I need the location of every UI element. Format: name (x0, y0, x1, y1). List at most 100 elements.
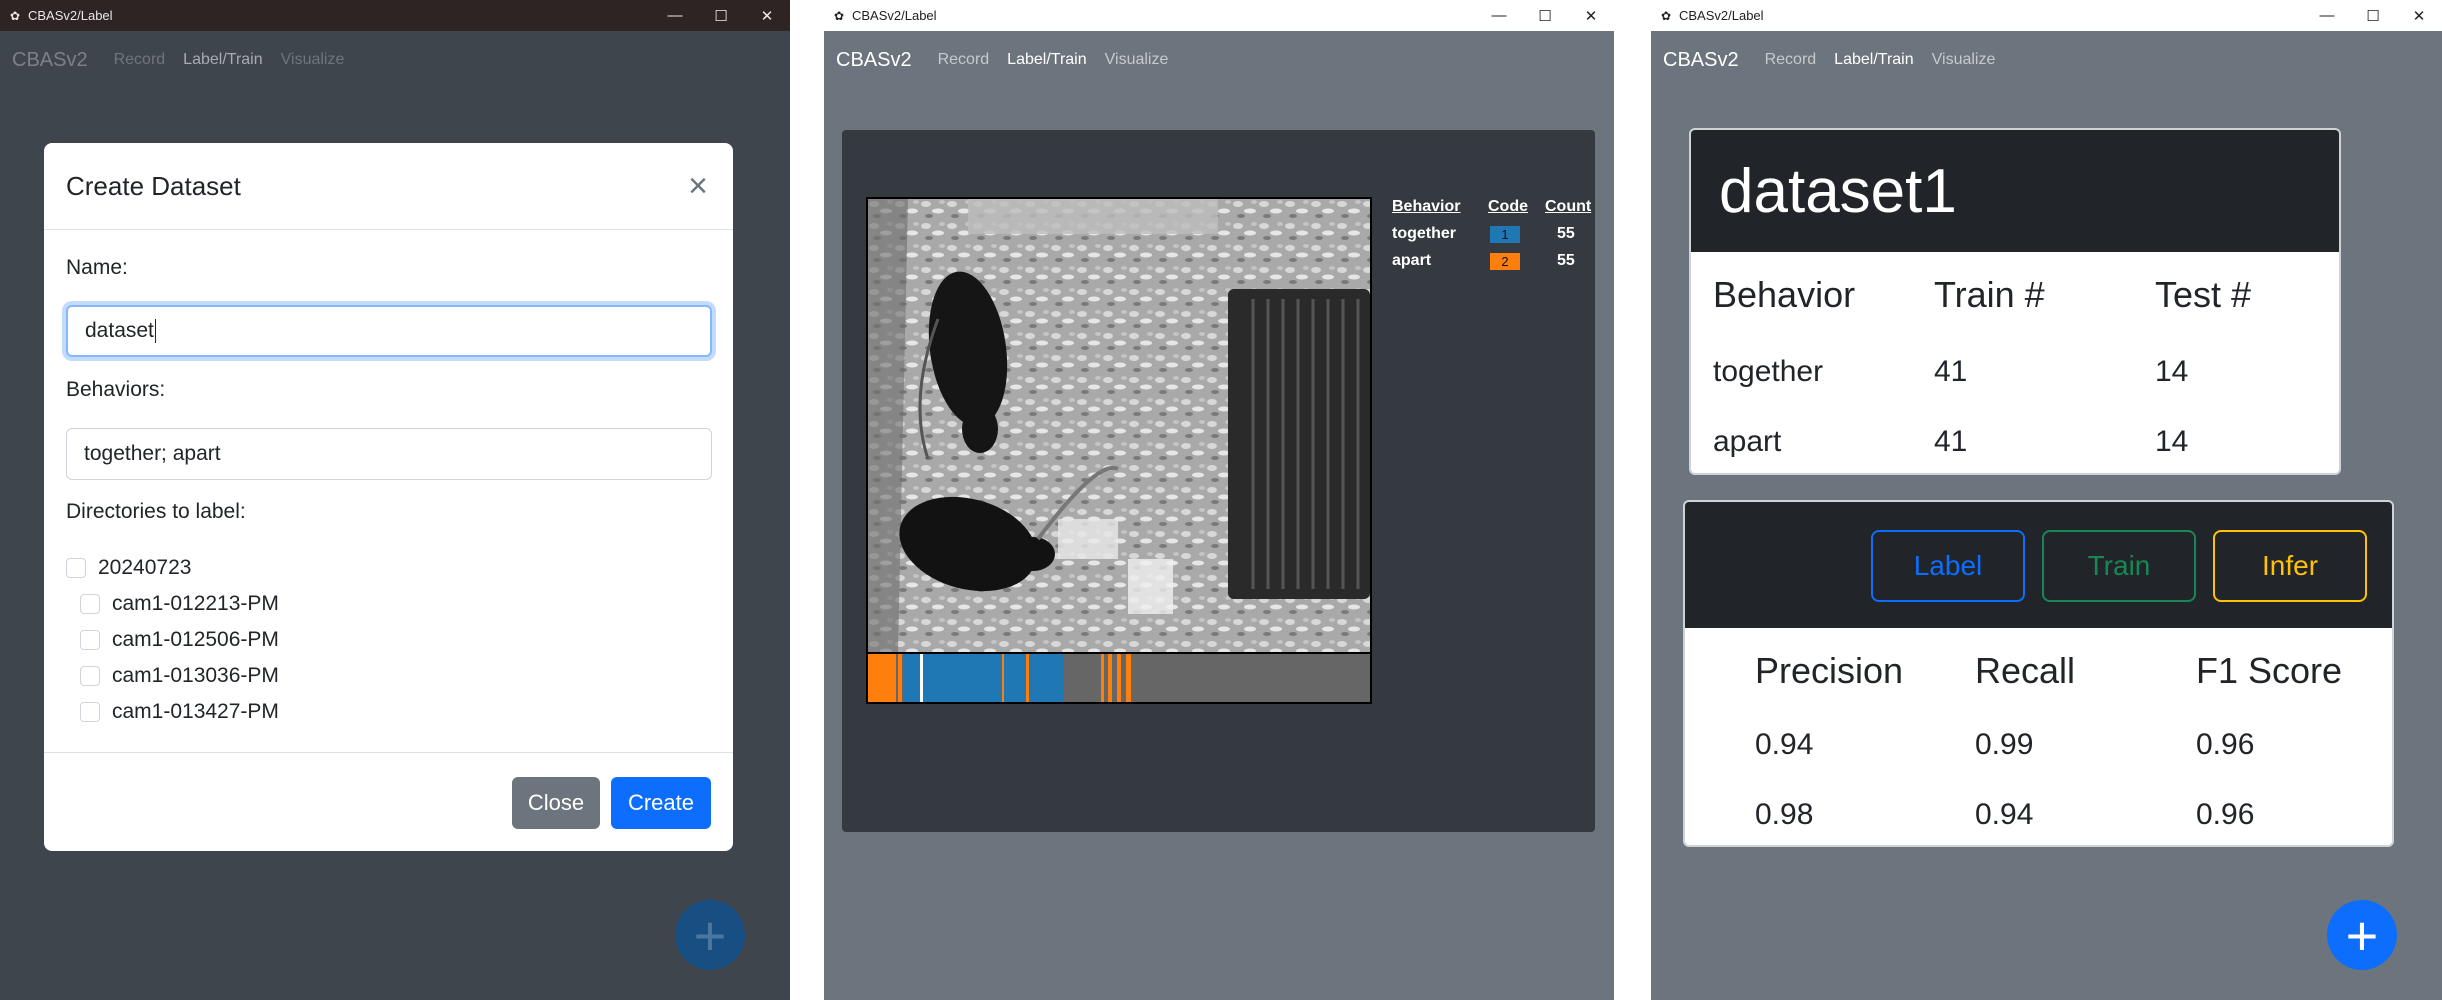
directory-item[interactable]: cam1-013427-PM (80, 700, 279, 724)
name-input[interactable]: dataset (66, 305, 712, 357)
legend-behavior: together (1392, 225, 1456, 242)
name-value: dataset (85, 319, 154, 342)
maximize-icon[interactable]: ☐ (1522, 0, 1568, 31)
brand[interactable]: CBASv2 (12, 49, 88, 72)
behaviors-value: together; apart (84, 442, 221, 465)
minimize-icon[interactable]: — (2304, 0, 2350, 31)
directory-checkbox[interactable] (80, 666, 100, 686)
brand[interactable]: CBASv2 (1663, 49, 1739, 72)
directory-item[interactable]: cam1-012506-PM (80, 628, 279, 652)
apart-segment[interactable] (1002, 654, 1004, 702)
dataset-cell: 41 (1934, 425, 1968, 458)
navbar: CBASv2 Record Label/Train Visualize (0, 31, 790, 89)
directories-label: Directories to label: (66, 500, 246, 523)
metrics-header-recall: Recall (1975, 650, 2076, 691)
dataset-overview-window: ✿ CBASv2/Label — ☐ ✕ CBASv2 Record Label… (1651, 0, 2442, 1000)
minimize-icon[interactable]: — (652, 0, 698, 31)
close-button[interactable]: Close (512, 777, 600, 829)
nav-visualize[interactable]: Visualize (1932, 51, 1996, 69)
modal-header: Create Dataset × (44, 143, 733, 230)
nav-visualize[interactable]: Visualize (1105, 51, 1169, 69)
labeling-window: ✿ CBASv2/Label — ☐ ✕ CBASv2 Record Label… (824, 0, 1614, 1000)
label-button[interactable]: Label (1871, 530, 2025, 602)
dataset-header-train: Train # (1934, 274, 2045, 315)
legend-count: 55 (1557, 225, 1575, 242)
nav-record[interactable]: Record (114, 51, 166, 69)
title-bar: ✿ CBASv2/Label — ☐ ✕ (0, 0, 790, 31)
model-card-header: Label Train Infer (1685, 502, 2392, 628)
video-frame[interactable] (866, 197, 1372, 704)
dataset-cell: together (1713, 355, 1824, 388)
behaviors-label: Behaviors: (66, 378, 166, 401)
dataset-cell: 41 (1934, 355, 1968, 388)
close-icon[interactable]: × (681, 167, 715, 205)
directory-label: cam1-013427-PM (112, 700, 279, 723)
apart-segment[interactable] (1026, 654, 1029, 702)
nav-visualize[interactable]: Visualize (281, 51, 345, 69)
title-bar: ✿ CBASv2/Label — ☐ ✕ (824, 0, 1614, 31)
maximize-icon[interactable]: ☐ (2350, 0, 2396, 31)
metrics-header-precision: Precision (1755, 650, 1904, 691)
nav-label-train[interactable]: Label/Train (183, 51, 262, 69)
nav-label-train[interactable]: Label/Train (1007, 51, 1086, 69)
apart-segment[interactable] (868, 654, 896, 702)
behaviors-input[interactable]: together; apart (66, 428, 712, 480)
directory-checkbox[interactable] (66, 558, 86, 578)
legend-header-code: Code (1488, 198, 1528, 215)
modal-title: Create Dataset (66, 170, 241, 201)
legend-code-badge: 1 (1490, 226, 1520, 243)
metrics-cell: 0.94 (1755, 728, 1814, 761)
dataset-card: dataset1 Behavior Train # Test # togethe… (1689, 128, 2341, 475)
playhead[interactable] (920, 654, 923, 702)
close-window-icon[interactable]: ✕ (2396, 0, 2442, 31)
infer-button[interactable]: Infer (2213, 530, 2367, 602)
metrics-cell: 0.96 (2196, 728, 2255, 761)
directory-checkbox[interactable] (80, 702, 100, 722)
nav-record[interactable]: Record (938, 51, 990, 69)
apart-segment[interactable] (1101, 654, 1104, 702)
apart-segment[interactable] (898, 654, 902, 702)
app-icon: ✿ (833, 8, 845, 23)
directory-item[interactable]: cam1-012213-PM (80, 592, 279, 616)
directory-item[interactable]: cam1-013036-PM (80, 664, 279, 688)
app-icon: ✿ (1660, 8, 1672, 23)
metrics-cell: 0.98 (1755, 798, 1814, 831)
model-card: Label Train Infer Precision Recall F1 Sc… (1683, 500, 2394, 847)
close-window-icon[interactable]: ✕ (1568, 0, 1614, 31)
close-window-icon[interactable]: ✕ (744, 0, 790, 31)
train-button[interactable]: Train (2042, 530, 2196, 602)
directory-label: cam1-013036-PM (112, 664, 279, 687)
apart-segment[interactable] (1108, 654, 1112, 702)
nav-record[interactable]: Record (1765, 51, 1817, 69)
maximize-icon[interactable]: ☐ (698, 0, 744, 31)
dataset-name: dataset1 (1691, 130, 2339, 252)
create-dataset-modal: Create Dataset × Name: dataset Behaviors… (44, 143, 733, 851)
dataset-cell: 14 (2155, 425, 2189, 458)
directory-checkbox[interactable] (80, 594, 100, 614)
app-icon: ✿ (9, 8, 21, 23)
apart-segment[interactable] (1126, 654, 1131, 702)
add-dataset-button[interactable]: + (675, 900, 745, 970)
minimize-icon[interactable]: — (1476, 0, 1522, 31)
dataset-cell: apart (1713, 425, 1782, 458)
directory-label: 20240723 (98, 556, 192, 579)
directory-item[interactable]: 20240723 (66, 556, 191, 580)
window-title: CBASv2/Label (1679, 8, 1764, 23)
legend-behavior: apart (1392, 252, 1432, 269)
labeling-panel: Behavior Code Count together 1 55 apart … (842, 130, 1595, 832)
create-button[interactable]: Create (611, 777, 711, 829)
plus-icon: + (693, 903, 727, 967)
add-dataset-button[interactable]: + (2327, 900, 2397, 970)
legend-count: 55 (1557, 252, 1575, 269)
legend-code-badge: 2 (1490, 253, 1520, 270)
mouse-cage-image (868, 199, 1370, 652)
nav-label-train[interactable]: Label/Train (1834, 51, 1913, 69)
metrics-cell: 0.96 (2196, 798, 2255, 831)
apart-segment[interactable] (1117, 654, 1121, 702)
directory-checkbox[interactable] (80, 630, 100, 650)
label-timeline[interactable] (868, 652, 1370, 702)
brand[interactable]: CBASv2 (836, 49, 912, 72)
together-segment[interactable] (904, 654, 1064, 702)
window-title: CBASv2/Label (28, 8, 113, 23)
dataset-cell: 14 (2155, 355, 2189, 388)
